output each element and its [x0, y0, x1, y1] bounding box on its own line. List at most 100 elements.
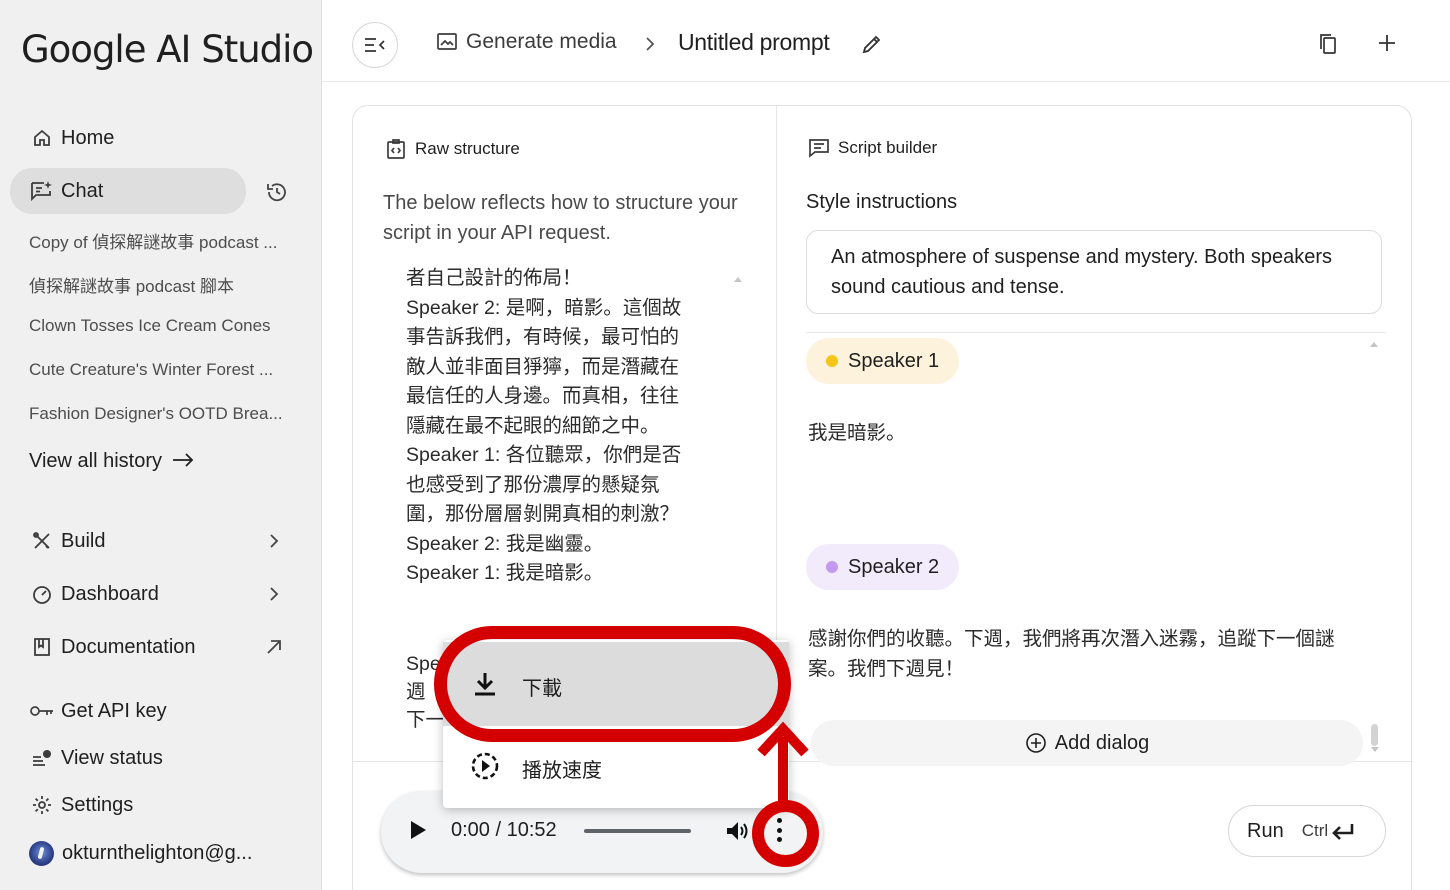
- script-line: 也感受到了那份濃厚的懸疑氛: [406, 473, 660, 496]
- scroll-up-icon[interactable]: [1370, 342, 1378, 347]
- sidebar-item-label: Get API key: [61, 699, 167, 722]
- scroll-up-icon[interactable]: [734, 277, 742, 282]
- account-menu[interactable]: okturnthelighton@g...: [29, 841, 252, 866]
- script-line: 者自己設計的佈局！: [406, 267, 582, 289]
- breadcrumb-label: Generate media: [466, 30, 617, 53]
- page-title: Untitled prompt: [678, 29, 830, 55]
- enter-key-icon: [1332, 824, 1354, 840]
- toggle-panel-button[interactable]: [352, 22, 398, 68]
- sidebar-item-label: Documentation: [61, 635, 196, 658]
- script-builder-header: Script builder: [808, 138, 937, 158]
- script-line: Speaker 1: 各位聽眾，你們是否: [406, 444, 682, 466]
- sidebar-item-label: Home: [61, 126, 115, 149]
- chat-spark-icon: [29, 178, 55, 204]
- code-clipboard-icon: [385, 138, 407, 160]
- run-shortcut: Ctrl: [1302, 821, 1356, 841]
- view-all-history-link[interactable]: View all history: [29, 450, 194, 473]
- app-logo[interactable]: Google AI Studio: [21, 28, 314, 71]
- style-instructions-input[interactable]: An atmosphere of suspense and mystery. B…: [806, 230, 1382, 314]
- sidebar-item-label: View status: [61, 746, 163, 769]
- annotation-highlight-circle: [752, 800, 819, 867]
- scrollbar-thumb[interactable]: [1371, 724, 1378, 746]
- progress-slider[interactable]: [584, 829, 691, 833]
- history-item[interactable]: Fashion Designer's OOTD Brea...: [29, 404, 309, 424]
- account-email: okturnthelighton@g...: [62, 842, 253, 864]
- sidebar-item-settings[interactable]: Settings: [12, 783, 308, 827]
- run-button[interactable]: Run Ctrl: [1228, 805, 1386, 857]
- chevron-right-icon: [262, 529, 286, 553]
- history-icon[interactable]: [264, 179, 290, 205]
- sidebar-item-get-api-key[interactable]: Get API key: [12, 689, 308, 733]
- edit-pencil-icon[interactable]: [861, 33, 883, 60]
- sidebar-item-label: Dashboard: [61, 582, 159, 605]
- chevron-right-icon: [645, 32, 655, 58]
- sidebar-item-label: Chat: [61, 179, 104, 202]
- raw-structure-header: Raw structure: [385, 138, 520, 160]
- image-icon: [436, 32, 458, 52]
- speaker-1-chip[interactable]: Speaker 1: [806, 338, 960, 384]
- avatar: [29, 841, 54, 866]
- key-icon: [29, 698, 55, 724]
- speaker-dot-icon: [826, 355, 838, 367]
- sidebar-item-home[interactable]: Home: [12, 116, 308, 160]
- sidebar-item-build[interactable]: Build: [12, 519, 308, 563]
- script-line: Speaker 2: 我是幽靈。: [406, 532, 604, 555]
- status-list-icon: [29, 745, 55, 771]
- scroll-down-icon[interactable]: [1371, 747, 1379, 752]
- playback-speed-icon: [469, 750, 501, 782]
- speaker-2-chip[interactable]: Speaker 2: [806, 544, 960, 590]
- script-line: Speaker 2: 是啊，暗影。這個故: [406, 296, 682, 319]
- view-all-history-label: View all history: [29, 450, 163, 472]
- history-item[interactable]: 偵探解謎故事 podcast 腳本: [29, 272, 309, 297]
- script-line: Speaker 1: 我是暗影。: [406, 562, 604, 584]
- speaker-2-line[interactable]: 感謝你們的收聽。下週，我們將再次潛入迷霧，追蹤下一個謎案。我們下週見！: [808, 624, 1368, 684]
- script-line: 隱藏在最不起眼的細節之中。: [406, 414, 660, 437]
- divider: [806, 332, 1386, 333]
- gear-icon: [29, 792, 55, 818]
- speaker-1-line[interactable]: 我是暗影。: [808, 418, 906, 448]
- playback-time: 0:00 / 10:52: [451, 819, 557, 841]
- sidebar-item-view-status[interactable]: View status: [12, 736, 308, 780]
- plus-icon[interactable]: [1377, 33, 1397, 58]
- script-list-icon: [808, 138, 830, 158]
- speaker-name: Speaker 2: [848, 555, 940, 578]
- dashboard-gauge-icon: [29, 581, 55, 607]
- sidebar-item-documentation[interactable]: Documentation: [12, 625, 308, 669]
- top-bar: Generate media Untitled prompt: [322, 0, 1450, 82]
- script-line: 最信任的人身邊。而真相，往往: [406, 385, 680, 407]
- script-line: 敵人並非面目猙獰，而是潛藏在: [406, 355, 680, 378]
- raw-structure-title: Raw structure: [415, 139, 520, 158]
- sidebar-item-dashboard[interactable]: Dashboard: [12, 572, 308, 616]
- external-link-icon: [262, 635, 286, 659]
- script-line: 圍，那份層層剝開真相的刺激？: [406, 503, 680, 525]
- script-builder-title: Script builder: [838, 138, 938, 157]
- script-line: 事告訴我們，有時候，最可怕的: [406, 326, 680, 348]
- history-item[interactable]: Clown Tosses Ice Cream Cones: [29, 316, 309, 336]
- copy-icon[interactable]: [1318, 33, 1338, 60]
- build-tools-icon: [29, 528, 55, 554]
- raw-structure-description: The below reflects how to structure your…: [383, 192, 738, 244]
- breadcrumb[interactable]: Generate media: [436, 30, 617, 54]
- play-icon[interactable]: [411, 821, 426, 839]
- arrow-right-icon: [172, 450, 194, 473]
- style-instructions-label: Style instructions: [806, 191, 958, 213]
- speaker-name: Speaker 1: [848, 349, 940, 372]
- sidebar-item-chat[interactable]: Chat: [10, 168, 246, 214]
- add-dialog-button[interactable]: Add dialog: [811, 720, 1363, 766]
- run-label: Run: [1247, 819, 1284, 842]
- raw-script-text[interactable]: 者自己設計的佈局！ Speaker 2: 是啊，暗影。這個故 事告訴我們，有時候…: [406, 264, 716, 589]
- annotation-highlight-oval: [434, 626, 791, 742]
- menu-item-label: 播放速度: [522, 760, 602, 782]
- sidebar-item-label: Build: [61, 529, 106, 552]
- annotation-arrow-icon: [757, 721, 809, 807]
- sidebar: Google AI Studio Home Chat Copy of 偵探解謎故…: [0, 0, 322, 890]
- add-dialog-label: Add dialog: [1054, 731, 1150, 754]
- book-icon: [29, 634, 55, 660]
- volume-icon[interactable]: [724, 818, 750, 849]
- history-item[interactable]: Cute Creature's Winter Forest ...: [29, 360, 309, 380]
- shortcut-label: Ctrl: [1301, 821, 1329, 840]
- home-icon: [29, 125, 55, 151]
- speaker-dot-icon: [826, 561, 838, 573]
- sidebar-item-label: Settings: [61, 793, 134, 816]
- history-item[interactable]: Copy of 偵探解謎故事 podcast ...: [29, 228, 309, 253]
